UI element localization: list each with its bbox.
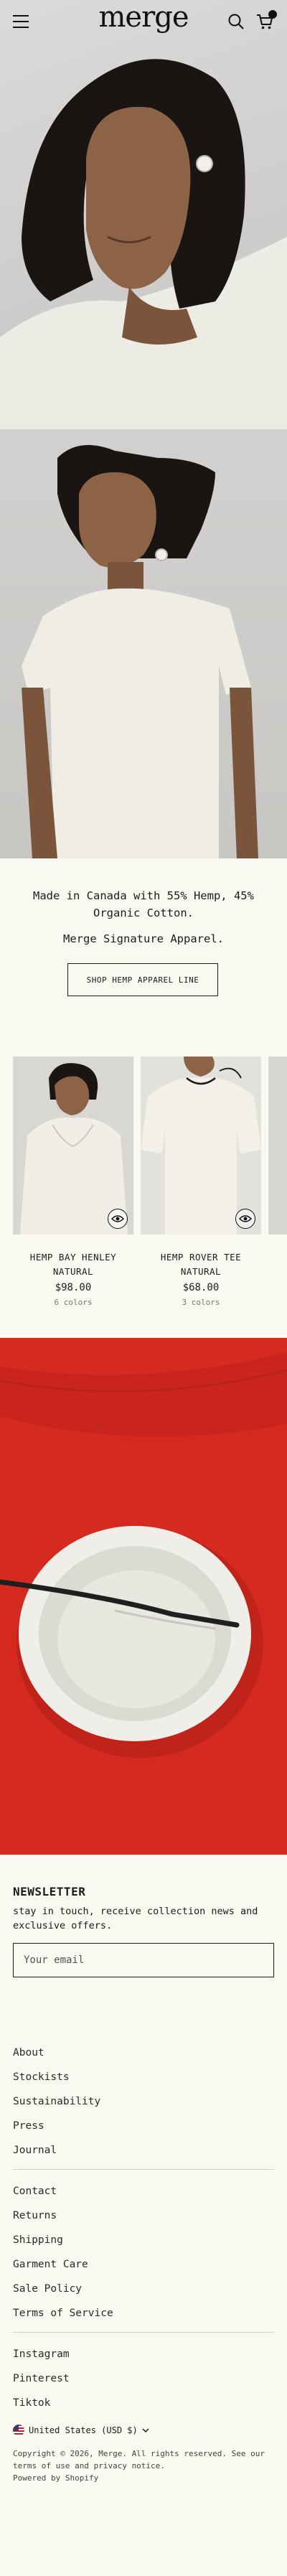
footer-link-instagram[interactable]: Instagram: [13, 2347, 274, 2371]
powered-by-link[interactable]: Powered by Shopify: [13, 2473, 98, 2483]
footer-link-garment-care[interactable]: Garment Care: [13, 2257, 274, 2282]
footer-link-sustainability[interactable]: Sustainability: [13, 2094, 274, 2119]
model-tee-image: [0, 429, 287, 858]
product-name[interactable]: HEMP ROVER TEE NATURAL: [141, 1250, 261, 1279]
footer-link-press[interactable]: Press: [13, 2119, 274, 2143]
newsletter-email-input[interactable]: [13, 1943, 274, 1977]
product-card-partial[interactable]: [268, 1057, 287, 1235]
product-colors: 6 colors: [54, 1298, 93, 1307]
chevron-down-icon[interactable]: [142, 2425, 149, 2435]
footer-nav-social: Instagram Pinterest Tiktok: [13, 2347, 274, 2420]
product-price: $98.00: [55, 1282, 92, 1293]
footer-divider: [13, 2332, 274, 2333]
product-card[interactable]: HEMP BAY HENLEY NATURAL $98.00 6 colors: [13, 1057, 133, 1307]
site-footer: About Stockists Sustainability Press Jou…: [0, 2046, 287, 2484]
footer-link-contact[interactable]: Contact: [13, 2184, 274, 2209]
bowl-lifestyle-image: [0, 1338, 287, 1855]
search-icon[interactable]: [227, 12, 245, 31]
currency-label[interactable]: United States (USD $): [29, 2425, 138, 2435]
footer-link-terms[interactable]: Terms of Service: [13, 2306, 274, 2331]
footer-divider: [13, 2169, 274, 2170]
product-image[interactable]: [268, 1057, 287, 1235]
eye-icon[interactable]: [235, 1209, 255, 1229]
footer-nav-help: Contact Returns Shipping Garment Care Sa…: [13, 2184, 274, 2331]
hamburger-icon[interactable]: [13, 15, 29, 28]
newsletter-description: stay in touch, receive collection news a…: [13, 1906, 258, 1931]
hero-image-portrait: [0, 0, 287, 429]
footer-link-stockists[interactable]: Stockists: [13, 2070, 274, 2094]
footer-link-returns[interactable]: Returns: [13, 2209, 274, 2233]
site-logo[interactable]: merge: [99, 3, 189, 32]
copyright-text: Copyright © 2026, Merge. All rights rese…: [13, 2449, 265, 2483]
footer-link-pinterest[interactable]: Pinterest: [13, 2371, 274, 2396]
intro-subheading: Merge Signature Apparel.: [63, 932, 224, 945]
newsletter-section: NEWSLETTER stay in touch, receive collec…: [0, 1855, 287, 1977]
product-name[interactable]: HEMP BAY HENLEY NATURAL: [13, 1250, 133, 1279]
footer-link-shipping[interactable]: Shipping: [13, 2233, 274, 2257]
intro-heading: Made in Canada with 55% Hemp, 45% Organi…: [33, 889, 254, 919]
shop-hemp-apparel-button[interactable]: SHOP HEMP APPAREL LINE: [67, 963, 218, 996]
product-image[interactable]: [13, 1057, 133, 1235]
product-image[interactable]: [141, 1057, 261, 1235]
currency-selector[interactable]: United States (USD $): [13, 2425, 274, 2436]
product-price: $68.00: [182, 1282, 220, 1293]
footer-link-journal[interactable]: Journal: [13, 2143, 274, 2168]
us-flag-icon: [13, 2425, 24, 2436]
product-carousel[interactable]: HEMP BAY HENLEY NATURAL $98.00 6 colors …: [0, 1057, 287, 1338]
footer-nav-company: About Stockists Sustainability Press Jou…: [13, 2046, 274, 2168]
footer-link-about[interactable]: About: [13, 2046, 274, 2070]
site-header: merge 1: [0, 0, 287, 43]
intro-section: Made in Canada with 55% Hemp, 45% Organi…: [0, 858, 287, 1057]
newsletter-title: NEWSLETTER: [13, 1885, 86, 1898]
header-actions: 1: [227, 10, 277, 31]
cart-count-badge: 1: [268, 10, 277, 19]
product-colors: 3 colors: [182, 1298, 220, 1307]
cart-icon[interactable]: 1: [255, 10, 277, 31]
footer-link-sale-policy[interactable]: Sale Policy: [13, 2282, 274, 2306]
footer-link-tiktok[interactable]: Tiktok: [13, 2396, 274, 2420]
eye-icon[interactable]: [108, 1209, 128, 1229]
product-card[interactable]: HEMP ROVER TEE NATURAL $68.00 3 colors: [141, 1057, 261, 1307]
